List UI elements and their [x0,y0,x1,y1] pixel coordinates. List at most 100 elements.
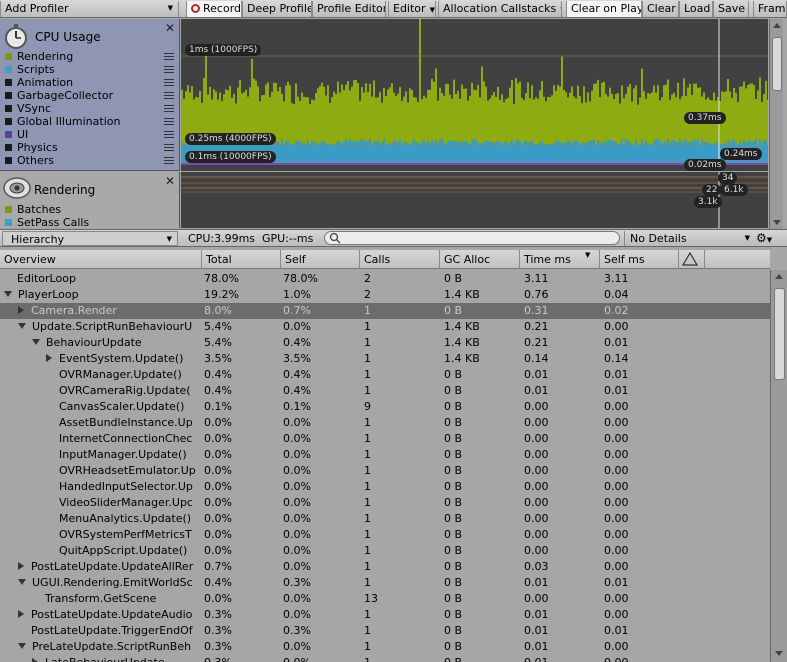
legend-color-swatch[interactable] [5,131,12,138]
table-row[interactable]: BehaviourUpdate 5.4% 0.4% 1 1.4 KB 0.21 0.01 [0,335,770,351]
drag-handle-icon[interactable] [164,144,174,151]
legend-item[interactable]: Rendering [5,50,73,63]
table-row[interactable]: OVRManager.Update() 0.4% 0.4% 1 0 B 0.01 0.01 [0,367,770,383]
collapse-arrow-icon[interactable] [18,323,26,329]
rendering-chart[interactable]: 34 22 6.1k 3.1k [181,172,768,228]
deep-profile-button[interactable]: Deep Profile [242,1,312,17]
details-dropdown[interactable]: No Details ▼ [624,231,752,246]
table-row[interactable]: PreLateUpdate.ScriptRunBeh 0.3% 0.0% 1 0 B 0.… [0,639,770,655]
column-overview[interactable]: Overview [0,250,202,269]
table-row[interactable]: OVRCameraRig.Update(0.4% 0.4% 1 0 B 0.01 0.01 [0,383,770,399]
collapse-arrow-icon[interactable] [18,643,26,649]
expand-arrow-icon[interactable] [46,354,52,362]
legend-item[interactable]: UI [5,128,28,141]
table-row[interactable]: LateBehaviourUpdate 0.3%0.0% 1 0 B 0.01 0.00 [0,655,770,662]
table-row[interactable]: EditorLoop 78.0% 78.0% 2 0 B 3.11 3.11 [0,271,770,287]
table-row[interactable]: CanvasScaler.Update() 0.1% 0.1% 9 0 B 0.00 0.0… [0,399,770,415]
profile-editor-button[interactable]: Profile Editor [312,1,386,17]
legend-item[interactable]: VSync [5,102,51,115]
table-row[interactable]: PostLateUpdate.TriggerEndOf 0.3% 0.3% 1 0 B 0… [0,623,770,639]
scroll-up-icon[interactable] [773,23,781,28]
table-row[interactable]: PostLateUpdate.UpdateAudio 0.3% 0.0% 1 0 B 0.… [0,607,770,623]
table-row[interactable]: Update.ScriptRunBehaviourU 5.4% 0.0% 1 1.4 K… [0,319,770,335]
legend-item[interactable]: Batches [5,203,61,216]
legend-color-swatch[interactable] [5,105,12,112]
frame-button[interactable]: Fram [753,1,787,17]
record-button[interactable]: Record [186,1,242,17]
legend-color-swatch[interactable] [5,157,12,164]
legend-item[interactable]: Others [5,154,54,167]
table-row[interactable]: VideoSliderManager.Upc 0.0% 0.0% 1 0 B 0.00 0.… [0,495,770,511]
legend-item[interactable]: Physics [5,141,58,154]
legend-color-swatch[interactable] [5,219,12,226]
column-time-ms[interactable]: Time ms ▼ [520,250,600,269]
drag-handle-icon[interactable] [164,105,174,112]
drag-handle-icon[interactable] [164,66,174,73]
hierarchy-scrollbar[interactable] [770,270,787,662]
table-row[interactable]: Transform.GetScene 0.0% 0.0% 13 0 B 0.00 0.00 [0,591,770,607]
table-row[interactable]: OVRSystemPerfMetricsT 0.0% 0.0% 1 0 B 0.00 0.0… [0,527,770,543]
collapse-arrow-icon[interactable] [32,339,40,345]
table-row[interactable]: OVRHeadsetEmulator.Up 0.0% 0.0% 1 0 B 0.00 0.0… [0,463,770,479]
legend-item[interactable]: Global Illumination [5,115,120,128]
table-row[interactable]: InternetConnectionChec 0.0% 0.0% 1 0 B 0.00 0.… [0,431,770,447]
table-row[interactable]: PlayerLoop 19.2% 1.0% 2 1.4 KB 0.76 0.04 [0,287,770,303]
expand-arrow-icon[interactable] [18,562,24,570]
cpu-usage-panel[interactable]: CPU Usage ✕ Rendering Scripts Animation Gar… [0,19,180,171]
scroll-down-icon[interactable] [773,220,781,225]
legend-color-swatch[interactable] [5,144,12,151]
table-row[interactable]: UGUI.Rendering.EmitWorldSc 0.4% 0.3% 1 0 B 0.… [0,575,770,591]
table-row[interactable]: MenuAnalytics.Update() 0.0% 0.0% 1 0 B 0.00 0.… [0,511,770,527]
legend-item[interactable]: SetPass Calls [5,216,89,229]
clear-on-play-button[interactable]: Clear on Play [566,1,642,17]
legend-item[interactable]: GarbageCollector [5,89,113,102]
table-row[interactable]: HandedInputSelector.Up 0.0% 0.0% 1 0 B 0.00 0.… [0,479,770,495]
legend-item[interactable]: Animation [5,76,73,89]
rendering-panel[interactable]: Rendering ✕ Batches SetPass Calls [0,172,180,229]
allocation-callstacks-dropdown[interactable]: Allocation Callstacks▼ [438,1,562,17]
add-profiler-dropdown[interactable]: Add Profiler ▼ [0,1,179,17]
column-self-ms[interactable]: Self ms [600,250,679,269]
editor-target-dropdown[interactable]: Editor ▼ [388,1,436,17]
scroll-down-icon[interactable] [775,651,783,656]
settings-dropdown[interactable]: ⚙▼ [756,231,784,246]
expand-arrow-icon[interactable] [32,658,38,662]
legend-color-swatch[interactable] [5,206,12,213]
scrollbar-thumb[interactable] [774,288,785,380]
scrollbar-thumb[interactable] [772,37,782,91]
column-warnings[interactable] [679,250,705,269]
load-button[interactable]: Load [679,1,713,17]
table-row[interactable]: AssetBundleInstance.Up 0.0% 0.0% 1 0 B 0.00 0.… [0,415,770,431]
collapse-arrow-icon[interactable] [18,579,26,585]
drag-handle-icon[interactable] [164,118,174,125]
table-row[interactable]: EventSystem.Update() 3.5% 3.5% 1 1.4 KB 0.14 0… [0,351,770,367]
table-row[interactable]: PostLateUpdate.UpdateAllRer 0.7% 0.0% 1 0 B 0… [0,559,770,575]
legend-item[interactable]: Scripts [5,63,55,76]
view-type-dropdown[interactable]: Hierarchy ▼ [2,231,178,246]
collapse-arrow-icon[interactable] [4,291,12,297]
legend-color-swatch[interactable] [5,118,12,125]
drag-handle-icon[interactable] [164,79,174,86]
cpu-usage-chart[interactable]: 1ms (1000FPS) 0.25ms (4000FPS) 0.1ms (10… [181,19,768,171]
save-button[interactable]: Save [713,1,749,17]
close-icon[interactable]: ✕ [165,174,175,188]
legend-color-swatch[interactable] [5,79,12,86]
table-row[interactable]: Camera.Render 8.0% 0.7% 1 0 B 0.31 0.02 [0,303,770,319]
search-input[interactable] [324,231,620,245]
column-self[interactable]: Self [281,250,360,269]
drag-handle-icon[interactable] [164,157,174,164]
drag-handle-icon[interactable] [164,131,174,138]
column-calls[interactable]: Calls [360,250,440,269]
column-gc-alloc[interactable]: GC Alloc [440,250,520,269]
expand-arrow-icon[interactable] [18,306,24,314]
legend-color-swatch[interactable] [5,53,12,60]
table-row[interactable]: InputManager.Update() 0.0% 0.0% 1 0 B 0.00 0.0… [0,447,770,463]
drag-handle-icon[interactable] [164,92,174,99]
modules-scrollbar[interactable] [769,19,783,229]
drag-handle-icon[interactable] [164,53,174,60]
column-total[interactable]: Total [202,250,281,269]
clear-button[interactable]: Clear [642,1,679,17]
legend-color-swatch[interactable] [5,92,12,99]
close-icon[interactable]: ✕ [165,21,175,35]
expand-arrow-icon[interactable] [18,610,24,618]
